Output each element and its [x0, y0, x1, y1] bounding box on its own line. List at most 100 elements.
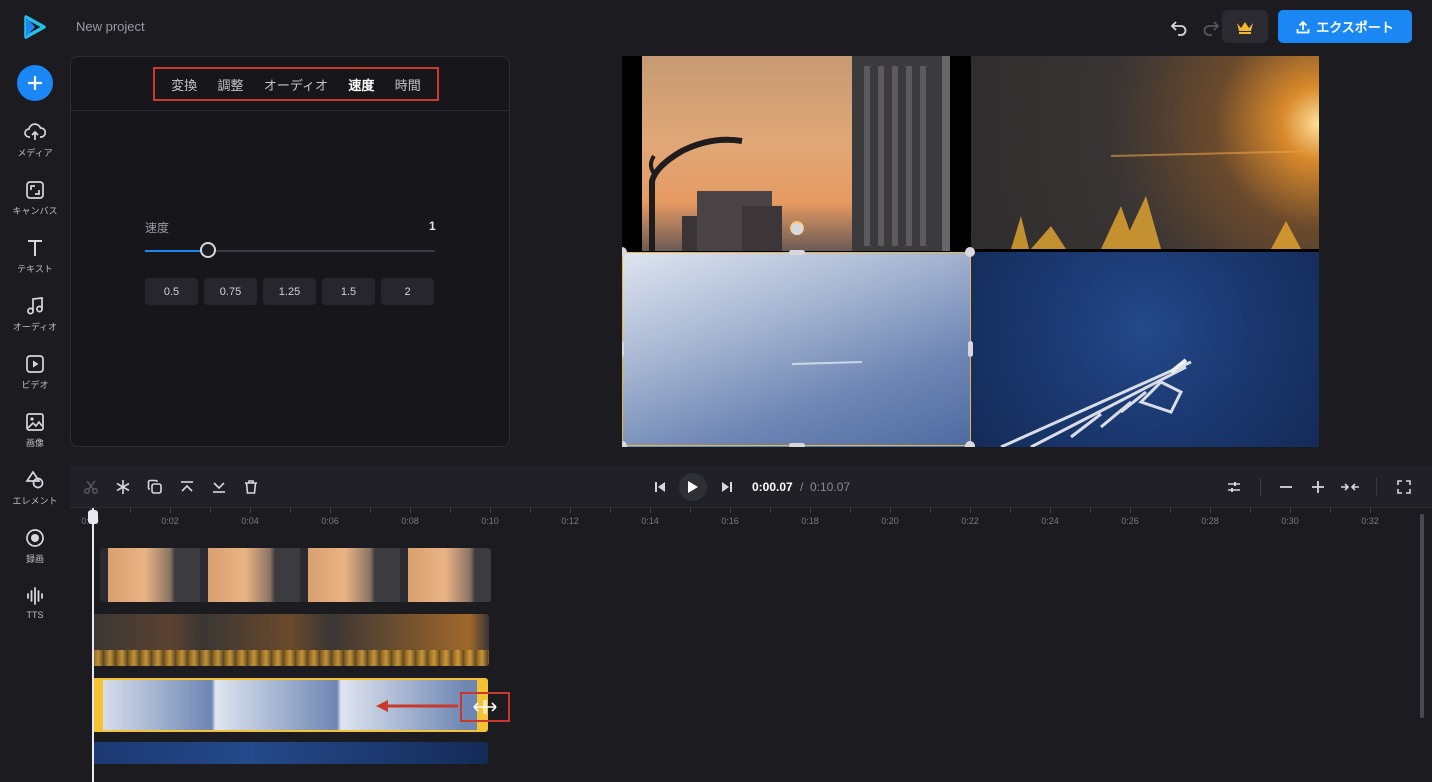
- ruler-tick: [1330, 508, 1331, 513]
- fit-timeline-icon[interactable]: [1340, 477, 1360, 497]
- clip-thumbnail-strip: [92, 650, 489, 666]
- time-separator: /: [800, 480, 804, 494]
- playhead-handle[interactable]: [88, 510, 98, 524]
- sidebar-item-label: オーディオ: [12, 322, 58, 332]
- ruler-tick: [370, 508, 371, 513]
- add-button[interactable]: [17, 65, 53, 101]
- preset-0.75-button[interactable]: 0.75: [204, 278, 257, 305]
- move-up-layer-icon[interactable]: [177, 477, 197, 497]
- speed-slider-track[interactable]: [145, 250, 435, 252]
- sidebar-item-canvas[interactable]: キャンバス: [0, 180, 70, 230]
- preset-1.25-button[interactable]: 1.25: [263, 278, 316, 305]
- ruler-label: 0:02: [161, 516, 179, 526]
- preset-1.5-button[interactable]: 1.5: [322, 278, 375, 305]
- annotation-highlight-box: [460, 692, 510, 722]
- split-scissors-icon[interactable]: [81, 477, 101, 497]
- ruler-label: 0:06: [321, 516, 339, 526]
- play-button[interactable]: [679, 473, 707, 501]
- trim-handle-left[interactable]: [94, 680, 103, 730]
- timeline-clip-sunburst-plants[interactable]: [92, 614, 489, 666]
- sidebar-item-text[interactable]: テキスト: [0, 238, 70, 288]
- ruler-label: 0:32: [1361, 516, 1379, 526]
- ruler-tick: [610, 508, 611, 513]
- sidebar-item-elements[interactable]: エレメント: [0, 470, 70, 520]
- video-quadrant-sunburst-plants[interactable]: [971, 56, 1319, 249]
- resize-handle-left[interactable]: [622, 341, 624, 357]
- sidebar-item-media[interactable]: メディア: [0, 122, 70, 172]
- upload-cloud-icon: [24, 123, 46, 140]
- selection-frame: [622, 252, 971, 446]
- sidebar-item-audio[interactable]: オーディオ: [0, 296, 70, 346]
- resize-handle-top[interactable]: [789, 250, 805, 255]
- adjust-sliders-icon[interactable]: [1224, 477, 1244, 497]
- delete-trash-icon[interactable]: [241, 477, 261, 497]
- move-down-layer-icon[interactable]: [209, 477, 229, 497]
- speed-presets: 0.5 0.75 1.25 1.5 2: [145, 278, 434, 305]
- speed-slider-thumb[interactable]: [200, 242, 216, 258]
- ruler-label: 0:20: [881, 516, 899, 526]
- ruler-label: 0:24: [1041, 516, 1059, 526]
- zoom-in-icon[interactable]: [1308, 477, 1328, 497]
- resize-handle-right[interactable]: [968, 341, 973, 357]
- ruler-label: 0:16: [721, 516, 739, 526]
- sidebar-item-label: 録画: [25, 554, 44, 564]
- video-editor-app: New project エクスポート メディア キャンバス テキスト オーディオ…: [0, 0, 1432, 782]
- video-quadrant-sunset-city[interactable]: [642, 56, 950, 251]
- undo-icon[interactable]: [1166, 14, 1192, 40]
- resize-handle-bottom-right[interactable]: [965, 441, 975, 447]
- skip-back-icon[interactable]: [650, 477, 670, 497]
- sidebar-item-image[interactable]: 画像: [0, 412, 70, 462]
- tab-speed[interactable]: 速度: [348, 75, 374, 94]
- text-t-icon: [28, 240, 42, 256]
- ruler-tick: [1090, 508, 1091, 513]
- preview-canvas[interactable]: [622, 56, 1319, 447]
- image-icon: [26, 413, 44, 431]
- app-logo-icon[interactable]: [22, 14, 48, 40]
- export-label: エクスポート: [1316, 20, 1394, 35]
- ruler-tick: [1050, 508, 1051, 513]
- sidebar-item-video[interactable]: ビデオ: [0, 354, 70, 404]
- rotate-handle[interactable]: [791, 223, 803, 235]
- redo-icon[interactable]: [1198, 14, 1224, 40]
- skip-forward-icon[interactable]: [717, 477, 737, 497]
- properties-panel: 変換 調整 オーディオ 速度 時間 速度 1 0.5 0.75 1.25 1.5…: [70, 56, 510, 447]
- play-icon: [688, 481, 698, 493]
- preset-0.5-button[interactable]: 0.5: [145, 278, 198, 305]
- sidebar-item-tts[interactable]: TTS: [0, 586, 70, 636]
- tab-audio[interactable]: オーディオ: [264, 75, 328, 94]
- premium-crown-button[interactable]: [1222, 10, 1268, 43]
- sidebar-item-label: TTS: [26, 610, 44, 620]
- ruler-tick: [730, 508, 731, 513]
- preset-2-button[interactable]: 2: [381, 278, 434, 305]
- freeze-snowflake-icon[interactable]: [113, 477, 133, 497]
- tab-transform[interactable]: 変換: [171, 75, 197, 94]
- ruler-label: 0:28: [1201, 516, 1219, 526]
- video-quadrant-tower[interactable]: [971, 252, 1319, 447]
- duplicate-icon[interactable]: [145, 477, 165, 497]
- playhead-line[interactable]: [92, 508, 94, 782]
- ruler-tick: [410, 508, 411, 513]
- sidebar-item-label: キャンバス: [12, 206, 58, 216]
- export-button[interactable]: エクスポート: [1278, 10, 1412, 43]
- timeline-toolbar: 0:00.07 / 0:10.07: [70, 466, 1432, 508]
- sidebar-item-record[interactable]: 録画: [0, 528, 70, 578]
- shapes-icon: [25, 470, 44, 489]
- project-name[interactable]: New project: [76, 19, 145, 34]
- ruler-tick: [1210, 508, 1211, 513]
- ruler-tick: [1250, 508, 1251, 513]
- ruler-label: 0:12: [561, 516, 579, 526]
- time-ruler[interactable]: 0:00 0:02 0:04 0:06 0:08 0:10 0:12 0:14 …: [70, 508, 1432, 532]
- tab-time[interactable]: 時間: [395, 75, 421, 94]
- plus-icon: [28, 76, 42, 90]
- tab-adjust[interactable]: 調整: [218, 75, 244, 94]
- fullscreen-icon[interactable]: [1394, 477, 1414, 497]
- ruler-tick: [690, 508, 691, 513]
- resize-handle-top-right[interactable]: [965, 247, 975, 257]
- ruler-tick: [1370, 508, 1371, 513]
- zoom-out-icon[interactable]: [1276, 477, 1296, 497]
- ruler-label: 0:08: [401, 516, 419, 526]
- timeline-clip-sunset-city[interactable]: [100, 548, 491, 602]
- timeline-vertical-scrollbar[interactable]: [1420, 514, 1424, 718]
- resize-handle-bottom[interactable]: [789, 443, 805, 447]
- timeline-clip-tower[interactable]: [92, 742, 488, 764]
